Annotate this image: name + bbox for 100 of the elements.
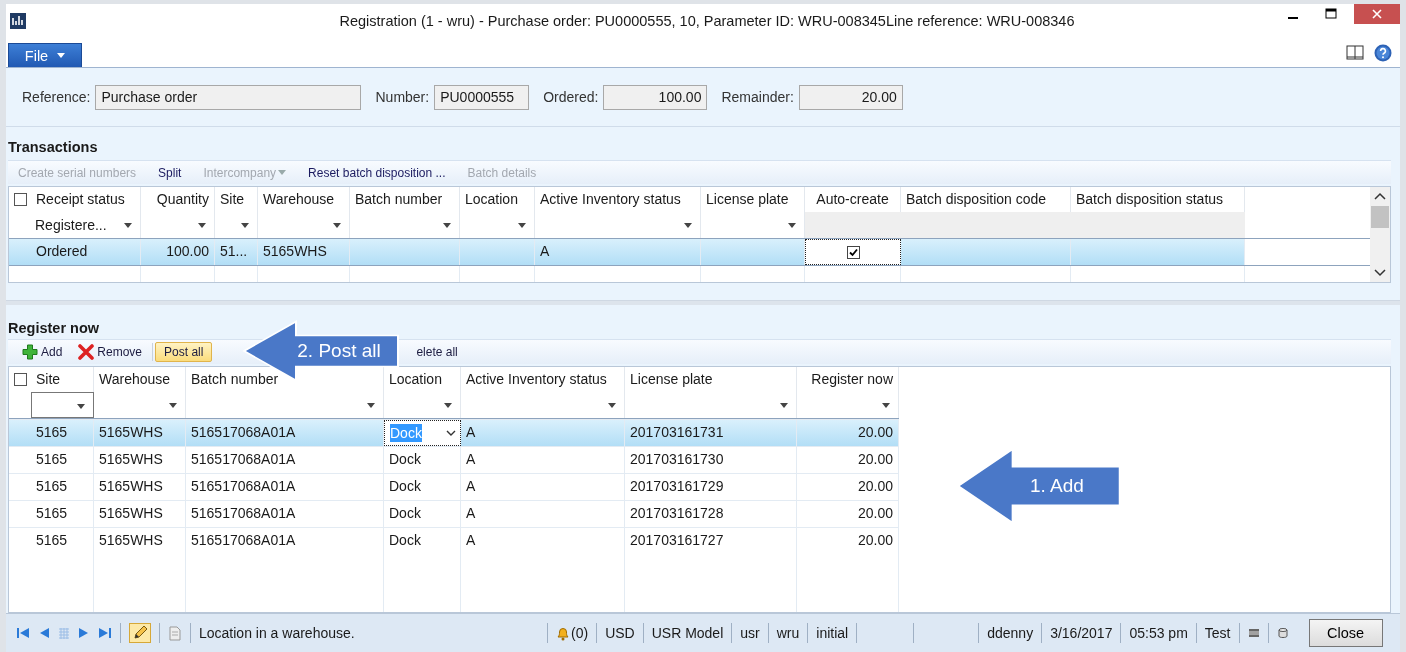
status-item: Test	[1204, 625, 1231, 641]
callout-label: 2. Post all	[297, 340, 381, 362]
table-cell: 20.00	[797, 447, 899, 473]
field-label: Remainder:	[721, 89, 794, 105]
toolbar-button[interactable]: Remove	[70, 342, 151, 362]
notification-count[interactable]: (0)	[556, 625, 589, 641]
table-cell: 516517068A01A	[186, 501, 384, 527]
toolbar-button[interactable]: Post all	[155, 342, 213, 362]
table-cell: 20.00	[797, 474, 899, 500]
table-cell: 5165WHS	[94, 501, 186, 527]
first-page-icon[interactable]	[16, 627, 30, 639]
last-page-icon[interactable]	[98, 627, 112, 639]
caret-icon	[684, 223, 692, 228]
table-cell: Dock	[384, 528, 461, 554]
caret-icon	[444, 403, 452, 408]
toolbar-button[interactable]: elete all	[408, 342, 466, 362]
caret-icon	[780, 403, 788, 408]
table-cell: 5165	[31, 501, 94, 527]
toolbar-button[interactable]: Split	[148, 165, 192, 180]
table-cell: Dock	[384, 474, 461, 500]
field-label: Ordered:	[543, 89, 599, 105]
table-cell: 5165	[31, 420, 94, 446]
table-cell: A	[535, 239, 701, 265]
input-field[interactable]: 100.00	[603, 84, 708, 110]
status-item: ddenny	[987, 625, 1034, 641]
table-cell: 516517068A01A	[186, 474, 384, 500]
caret-icon	[333, 223, 341, 228]
caret-icon	[518, 223, 526, 228]
scroll-down-icon[interactable]	[1374, 269, 1386, 277]
status-item: USD	[605, 625, 635, 641]
table-cell: 201703161727	[625, 528, 797, 554]
callout-label: 1. Add	[1030, 475, 1084, 497]
table-cell: 516517068A01A	[186, 447, 384, 473]
caret-icon	[443, 223, 451, 228]
table-cell: 5165WHS	[258, 239, 350, 265]
table-row[interactable]: 5165 5165WHS 516517068A01A Dock A 201703161728 20.00	[9, 500, 899, 527]
table-cell: Ordered	[31, 239, 141, 265]
table-cell: 5165WHS	[94, 420, 186, 446]
field-label: Number:	[375, 89, 430, 105]
table-cell: 51...	[215, 239, 258, 265]
caret-icon	[169, 403, 177, 408]
table-cell: 201703161729	[625, 474, 797, 500]
table-cell: 201703161730	[625, 447, 797, 473]
caret-icon	[367, 403, 375, 408]
table-row[interactable]: Ordered 100.00 51... 5165WHS A	[9, 238, 1370, 265]
table-cell: 5165WHS	[94, 528, 186, 554]
input-field[interactable]: Purchase order	[95, 84, 362, 110]
filter-field[interactable]	[31, 392, 94, 418]
section-title: Transactions	[8, 138, 99, 157]
scroll-thumb[interactable]	[1371, 206, 1389, 228]
status-item: wru	[776, 625, 800, 641]
status-item: USR Model	[651, 625, 724, 641]
help-icon[interactable]	[1374, 43, 1392, 62]
table-row[interactable]: 5165 5165WHS 516517068A01A Dock A 201703161729 20.00	[9, 473, 899, 500]
bell-icon	[556, 625, 570, 641]
status-item: 3/16/2017	[1050, 625, 1113, 641]
status-item: 05:53 pm	[1129, 625, 1188, 641]
edit-mode-button[interactable]	[129, 623, 151, 643]
checkbox[interactable]	[846, 245, 860, 259]
table-cell: A	[461, 420, 625, 446]
table-cell: 5165	[31, 447, 94, 473]
table-cell: 201703161728	[625, 501, 797, 527]
checkbox[interactable]	[13, 373, 27, 386]
field-label: Reference:	[22, 89, 91, 105]
document-icon[interactable]	[168, 625, 182, 641]
file-menu-button[interactable]: File	[8, 43, 82, 67]
status-item: usr	[740, 625, 760, 641]
close-button[interactable]	[1354, 4, 1400, 24]
caret-icon	[241, 223, 249, 228]
panel-icon[interactable]	[1346, 44, 1364, 61]
toolbar-button[interactable]: Reset batch disposition ...	[298, 165, 456, 180]
input-field[interactable]: 20.00	[798, 84, 903, 110]
table-row[interactable]: 5165 5165WHS 516517068A01A Dock A 201703161727 20.00	[9, 527, 899, 554]
table-cell: A	[461, 447, 625, 473]
caret-icon	[57, 53, 66, 58]
table-cell: Dock	[384, 447, 461, 473]
next-icon[interactable]	[78, 627, 90, 639]
table-cell: A	[461, 528, 625, 554]
table-row[interactable]: 5165 5165WHS 516517068A01A Dock A 201703161730 20.00	[9, 446, 899, 473]
checkbox[interactable]	[13, 193, 27, 206]
table-cell: 20.00	[797, 501, 899, 527]
table-cell: 516517068A01A	[186, 528, 384, 554]
table-cell: A	[461, 501, 625, 527]
table-cell: 201703161731	[625, 420, 797, 446]
caret-icon	[198, 223, 206, 228]
close-button[interactable]: Close	[1308, 619, 1383, 647]
toolbar-button[interactable]: Add	[14, 342, 71, 362]
scroll-up-icon[interactable]	[1374, 192, 1386, 200]
scrollbar[interactable]	[1370, 187, 1390, 282]
cylinder-icon[interactable]	[1276, 627, 1289, 639]
table-row[interactable]: 5165 5165WHS 516517068A01A Dock A 201703161731 20.00	[9, 419, 899, 446]
table-cell: 5165WHS	[94, 447, 186, 473]
caret-icon	[882, 403, 890, 408]
chevron-down-icon	[446, 430, 456, 436]
table-cell: 5165	[31, 528, 94, 554]
table-cell: 5165	[31, 474, 94, 500]
previous-icon[interactable]	[38, 627, 50, 639]
caret-icon	[77, 404, 85, 409]
input-field[interactable]: PU0000555	[434, 84, 530, 110]
caret-icon	[124, 223, 132, 228]
